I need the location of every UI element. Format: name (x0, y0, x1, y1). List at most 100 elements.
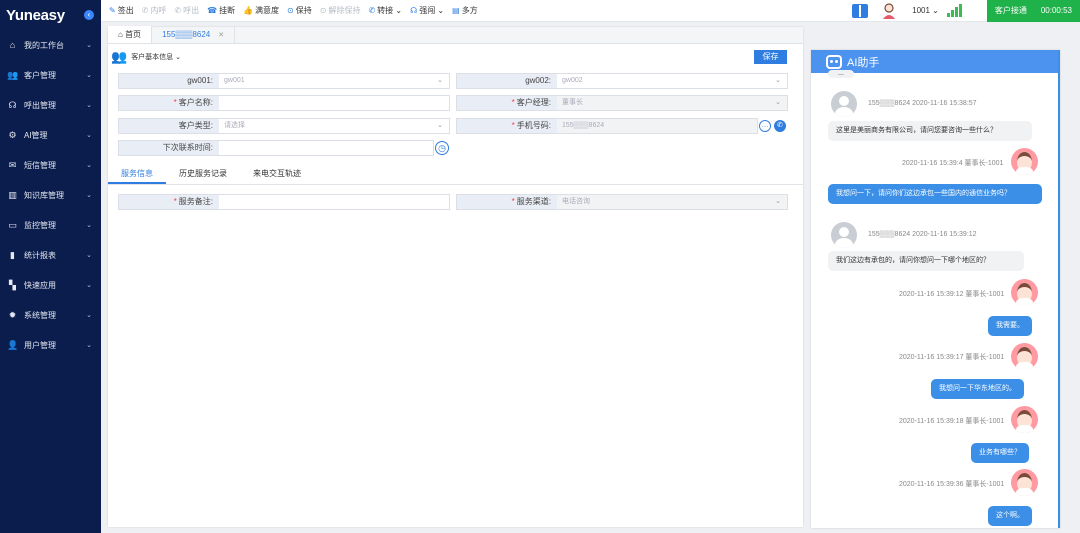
headset-icon: ☊ (8, 99, 17, 110)
clock-icon[interactable]: ◷ (435, 141, 449, 155)
sidebar: Yuneasy ‹ ⌂ 我的工作台 ⌄ 👥 客户管理 ⌄ ☊ 呼出管理 ⌄ ⚙ AI管理 ⌄ ✉… (0, 0, 101, 533)
call-icon[interactable]: ✆ (774, 120, 786, 132)
chat-meta: 2020-11-16 15:39:12 董事长-1001 (899, 291, 1005, 298)
customer-name-field: * 客户名称: (118, 95, 450, 111)
phone-field: * 手机号码: 155▒▒▒8624 (456, 118, 758, 134)
toolbar-label: 挂断 (219, 6, 236, 15)
chat-text: 业务有哪些？ (979, 449, 1021, 456)
chevron-down-icon: ⌄ (435, 6, 445, 15)
customer-avatar (831, 91, 857, 117)
sidebar-item-sms[interactable]: ✉ 短信管理 ⌄ (0, 150, 101, 180)
field-label: * 服务渠道: (457, 195, 557, 209)
sidebar-item-reports[interactable]: ▮ 统计报表 ⌄ (0, 240, 101, 270)
gear-icon: ✹ (8, 309, 17, 320)
chat-bubble-agent: 业务有哪些？ (971, 443, 1029, 463)
service-remark-field: * 服务备注: (118, 194, 450, 210)
apps-icon: ▚ (9, 279, 16, 290)
required-mark: * (511, 197, 515, 206)
customer-type-field: 客户类型: 请选择 ⌄ (118, 118, 450, 134)
transfer-button[interactable]: ✆ 转接 ⌄ (368, 5, 402, 16)
customer-avatar (831, 222, 857, 248)
sidebar-item-label: 短信管理 (24, 160, 56, 170)
customer-info-header[interactable]: 👥 客户基本信息 ⌄ (111, 49, 181, 65)
home-icon: ⌂ (9, 40, 16, 50)
next-contact-input[interactable] (219, 141, 433, 155)
sidebar-item-knowledge[interactable]: ▥ 知识库管理 ⌄ (0, 180, 101, 210)
sidebar-item-quick-apps[interactable]: ▚ 快速应用 ⌄ (0, 270, 101, 300)
tab-call-trace[interactable]: 来电交互轨迹 (240, 165, 314, 184)
field-label: 客户类型: (119, 119, 219, 133)
signout-button[interactable]: ✎ 签出 (109, 5, 134, 16)
hold-button[interactable]: ⊙ 保持 (287, 5, 312, 16)
resume-button[interactable]: ⊙ 解除保持 (320, 5, 361, 16)
tab-service-info[interactable]: 服务信息 (108, 165, 166, 184)
chat-bubble-agent: 我想问一下，请问你们这边承包一些国内的通信业务吗？ (828, 184, 1042, 204)
gw001-select[interactable]: gw001 ⌄ (219, 74, 449, 88)
sidebar-item-system[interactable]: ✹ 系统管理 ⌄ (0, 300, 101, 330)
required-mark: * (173, 98, 177, 107)
save-button[interactable]: 保存 (754, 50, 787, 64)
chevron-down-icon: ⌄ (86, 342, 92, 349)
chat-text: 我们这边有承包的，请问你想问一下哪个地区的？ (836, 257, 990, 264)
chat-bubble-agent: 我想问一下华东地区的。 (931, 379, 1024, 399)
sidebar-item-label: AI管理 (24, 130, 48, 140)
tab-customer-call[interactable]: 155▒▒▒8624 ✕ (152, 26, 236, 43)
customer-manager-select[interactable]: 董事长 ⌄ (557, 96, 787, 110)
required-mark: * (511, 98, 515, 107)
sidebar-item-ai[interactable]: ⚙ AI管理 ⌄ (0, 120, 101, 150)
sms-icon[interactable]: … (759, 120, 771, 132)
chevron-down-icon: ⌄ (437, 122, 443, 129)
hangup-button[interactable]: ☎ 挂断 (207, 5, 235, 16)
internal-call-button[interactable]: ✆ 内呼 (142, 5, 167, 16)
chevron-down-icon: ⌄ (86, 282, 92, 289)
phone-input[interactable]: 155▒▒▒8624 (557, 119, 757, 133)
gw002-select[interactable]: gw002 ⌄ (557, 74, 787, 88)
collapse-sidebar-icon[interactable]: ‹ (84, 10, 94, 20)
sidebar-item-users[interactable]: 👤 用户管理 ⌄ (0, 330, 101, 360)
user-icon: 👤 (7, 339, 19, 350)
thumb-icon: 👍 (243, 6, 254, 15)
chevron-down-icon: ⌄ (86, 252, 92, 259)
customer-name-input[interactable] (219, 96, 449, 110)
field-label-text: 服务备注: (178, 197, 213, 206)
sidebar-item-workbench[interactable]: ⌂ 我的工作台 ⌄ (0, 30, 101, 60)
toolbar-label: 保持 (295, 6, 312, 15)
outbound-call-button[interactable]: ✆ 呼出 (174, 5, 199, 16)
call-status-button[interactable]: 客户接通 00:00:53 (986, 0, 1080, 22)
barge-in-button[interactable]: ☊ 强闯 ⌄ (410, 5, 444, 16)
sidebar-item-outbound[interactable]: ☊ 呼出管理 ⌄ (0, 90, 101, 120)
tab-bar: ⌂ 首页 155▒▒▒8624 ✕ (108, 26, 803, 44)
sidebar-item-label: 快速应用 (24, 280, 56, 290)
field-label-text: 客户经理: (516, 98, 551, 107)
chat-meta: 2020-11-16 15:39:18 董事长-1001 (899, 418, 1005, 425)
satisfaction-button[interactable]: 👍 满意度 (243, 5, 279, 16)
next-contact-field: 下次联系时间: (118, 140, 434, 156)
chevron-down-icon: ⌄ (437, 77, 443, 84)
hold-icon: ⊙ (287, 6, 294, 15)
customer-type-select[interactable]: 请选择 ⌄ (219, 119, 449, 133)
field-value: gw002 (562, 77, 583, 84)
field-label: gw002: (457, 74, 557, 88)
phone-out-icon: ✆ (174, 6, 182, 15)
field-value: 董事长 (562, 99, 583, 106)
agent-avatar (1011, 279, 1038, 306)
hangup-icon: ☎ (207, 6, 218, 15)
toolbar-label: 呼出 (183, 6, 200, 15)
brand-logo: Yuneasy (6, 6, 65, 24)
sidebar-item-customers[interactable]: 👥 客户管理 ⌄ (0, 60, 101, 90)
field-label: * 客户名称: (119, 96, 219, 110)
conference-button[interactable]: ▤ 多方 (452, 5, 478, 16)
agent-avatar[interactable] (882, 2, 896, 19)
field-label-text: 客户名称: (178, 98, 213, 107)
tab-home[interactable]: ⌂ 首页 (108, 26, 153, 43)
sidebar-item-monitor[interactable]: ▭ 监控管理 ⌄ (0, 210, 101, 240)
service-channel-select[interactable]: 电话咨询 ⌄ (557, 195, 787, 209)
book-icon[interactable] (852, 3, 869, 18)
service-remark-input[interactable] (219, 195, 449, 209)
call-status-label: 客户接通 (994, 6, 1027, 15)
extension-select[interactable]: 1001 ⌄ (912, 6, 939, 15)
tab-service-history[interactable]: 历史服务记录 (166, 165, 240, 184)
resume-icon: ⊙ (319, 6, 327, 15)
close-icon[interactable]: ✕ (218, 31, 224, 39)
home-icon: ⌂ (118, 30, 126, 39)
